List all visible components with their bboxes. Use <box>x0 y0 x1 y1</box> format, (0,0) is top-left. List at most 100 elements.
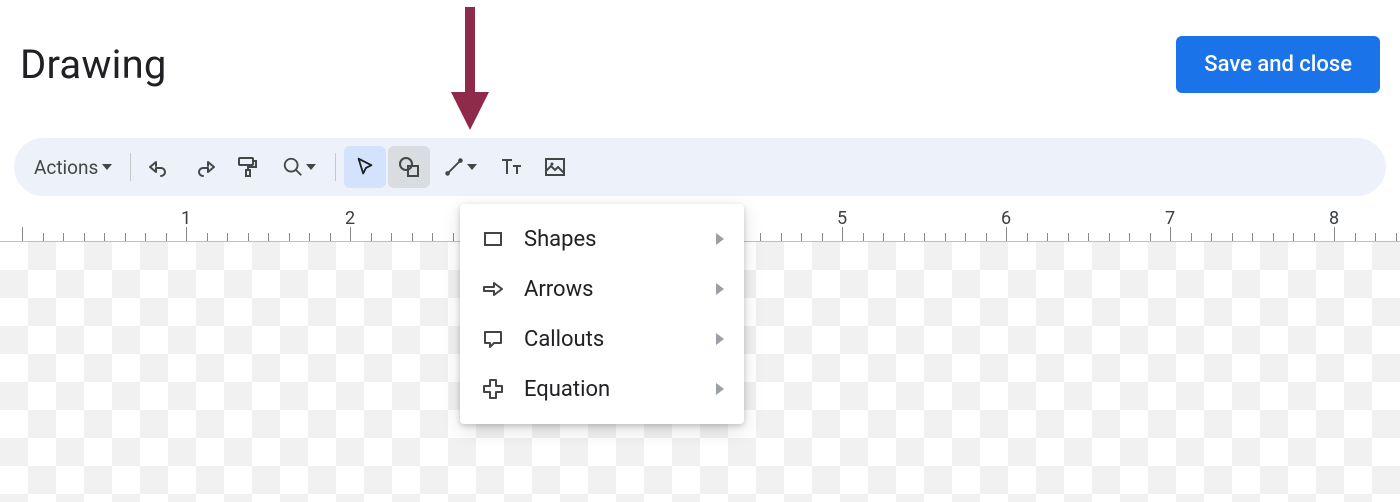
image-icon <box>543 155 567 179</box>
chevron-down-icon <box>102 164 112 170</box>
ruler-tick <box>104 233 105 241</box>
redo-button[interactable] <box>183 146 225 188</box>
text-box-button[interactable] <box>490 146 532 188</box>
actions-label: Actions <box>34 156 98 179</box>
menu-item-shapes[interactable]: Shapes <box>460 214 744 264</box>
ruler-tick <box>145 233 146 241</box>
ruler-number: 5 <box>837 208 847 229</box>
ruler-tick <box>166 233 167 241</box>
toolbar-separator <box>130 153 131 181</box>
ruler-tick <box>309 233 310 241</box>
shape-tool-button[interactable] <box>388 146 430 188</box>
zoom-icon <box>282 156 304 178</box>
ruler-tick <box>986 233 987 241</box>
chevron-right-icon <box>716 283 724 295</box>
header-bar: Drawing Save and close <box>0 0 1400 110</box>
ruler-tick <box>1375 233 1376 241</box>
annotation-pointer-arrow <box>445 2 495 132</box>
ruler-tick <box>1150 233 1151 241</box>
redo-icon <box>192 155 216 179</box>
select-tool-button[interactable] <box>344 146 386 188</box>
ruler-tick <box>1396 233 1397 241</box>
ruler-tick <box>412 233 413 241</box>
ruler-tick <box>268 233 269 241</box>
line-tool-button[interactable] <box>432 146 488 188</box>
ruler-tick <box>207 233 208 241</box>
actions-menu-button[interactable]: Actions <box>24 148 122 187</box>
shape-dropdown-menu: Shapes Arrows Callouts Equation <box>460 204 744 424</box>
chevron-down-icon <box>467 164 477 170</box>
ruler-tick <box>1293 233 1294 241</box>
undo-icon <box>148 155 172 179</box>
zoom-button[interactable] <box>271 146 327 188</box>
menu-item-callouts[interactable]: Callouts <box>460 314 744 364</box>
ruler-tick <box>1334 227 1335 241</box>
ruler-tick <box>1027 233 1028 241</box>
chevron-right-icon <box>716 383 724 395</box>
ruler-tick <box>432 233 433 241</box>
ruler-tick <box>1252 233 1253 241</box>
save-and-close-button[interactable]: Save and close <box>1176 36 1380 93</box>
ruler-tick <box>1109 233 1110 241</box>
chevron-right-icon <box>716 333 724 345</box>
ruler-tick <box>84 233 85 241</box>
menu-item-label: Equation <box>524 377 610 402</box>
menu-item-label: Shapes <box>524 227 597 252</box>
ruler-tick <box>453 233 454 241</box>
toolbar: Actions <box>14 138 1386 196</box>
plus-icon <box>480 376 506 402</box>
shapes-icon <box>397 155 421 179</box>
ruler-tick <box>63 233 64 241</box>
ruler-number: 1 <box>181 208 191 229</box>
ruler-tick <box>1355 233 1356 241</box>
ruler-tick <box>781 233 782 241</box>
menu-item-equation[interactable]: Equation <box>460 364 744 414</box>
menu-item-label: Callouts <box>524 327 604 352</box>
ruler-tick <box>1047 233 1048 241</box>
ruler-tick <box>186 227 187 241</box>
ruler-tick <box>1006 227 1007 241</box>
ruler-tick <box>904 233 905 241</box>
image-button[interactable] <box>534 146 576 188</box>
chevron-right-icon <box>716 233 724 245</box>
paint-roller-icon <box>236 155 260 179</box>
ruler-tick <box>391 233 392 241</box>
ruler-tick <box>289 233 290 241</box>
ruler-tick <box>945 233 946 241</box>
paint-format-button[interactable] <box>227 146 269 188</box>
cursor-icon <box>354 156 376 178</box>
ruler-tick <box>330 233 331 241</box>
ruler-tick <box>1211 233 1212 241</box>
line-icon <box>443 156 465 178</box>
ruler-tick <box>1088 233 1089 241</box>
chevron-down-icon <box>306 164 316 170</box>
ruler-number: 2 <box>345 208 355 229</box>
ruler-tick <box>125 233 126 241</box>
menu-item-label: Arrows <box>524 277 593 302</box>
ruler-tick <box>1273 233 1274 241</box>
ruler-tick <box>248 233 249 241</box>
ruler-tick <box>883 233 884 241</box>
ruler-tick <box>842 227 843 241</box>
ruler-tick <box>227 233 228 241</box>
menu-item-arrows[interactable]: Arrows <box>460 264 744 314</box>
ruler-number: 7 <box>1165 208 1175 229</box>
ruler-tick <box>22 227 23 241</box>
ruler-tick <box>801 233 802 241</box>
ruler-tick <box>822 233 823 241</box>
ruler-tick <box>371 233 372 241</box>
ruler-tick <box>965 233 966 241</box>
text-icon <box>499 155 523 179</box>
ruler-tick <box>760 233 761 241</box>
ruler-tick <box>43 233 44 241</box>
ruler-tick <box>1170 227 1171 241</box>
ruler-tick <box>1191 233 1192 241</box>
ruler-tick <box>1129 233 1130 241</box>
callout-icon <box>480 326 506 352</box>
ruler-tick <box>924 233 925 241</box>
dialog-title: Drawing <box>20 41 167 88</box>
arrow-right-icon <box>480 276 506 302</box>
undo-button[interactable] <box>139 146 181 188</box>
ruler-number: 8 <box>1329 208 1339 229</box>
ruler-tick <box>1314 233 1315 241</box>
